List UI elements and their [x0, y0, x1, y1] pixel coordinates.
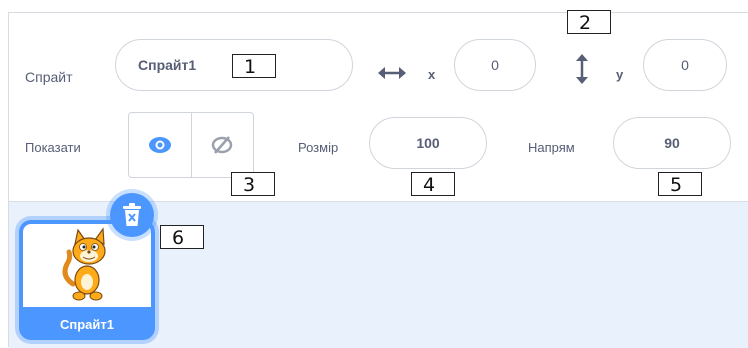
eye-icon — [148, 137, 171, 153]
sprite-tile-name: Спрайт1 — [60, 317, 114, 332]
size-input[interactable]: 100 — [369, 117, 487, 169]
x-value: 0 — [491, 57, 499, 73]
x-label: x — [428, 67, 436, 82]
callout-1: 1 — [232, 54, 276, 78]
delete-sprite-button[interactable] — [110, 193, 154, 237]
y-value: 0 — [681, 57, 689, 73]
direction-input[interactable]: 90 — [613, 117, 731, 169]
size-label: Розмір — [298, 140, 339, 155]
callout-4: 4 — [411, 172, 455, 196]
visibility-toggle-group — [128, 112, 254, 178]
show-sprite-button[interactable] — [129, 113, 192, 177]
direction-value: 90 — [664, 135, 680, 151]
callout-3: 3 — [231, 172, 275, 196]
show-label: Показати — [25, 140, 81, 155]
vertical-arrows-icon — [576, 54, 588, 84]
y-coordinate-input[interactable]: 0 — [643, 39, 727, 91]
sprite-info-frame: Спрайт Спрайт1 x 0 y 0 Показати Розмір 1… — [8, 12, 748, 348]
horizontal-arrows-icon — [378, 67, 406, 79]
size-value: 100 — [416, 135, 440, 151]
y-label: y — [616, 67, 624, 82]
callout-6: 6 — [160, 225, 204, 249]
eye-hidden-icon — [212, 136, 233, 154]
x-coordinate-input[interactable]: 0 — [454, 39, 536, 91]
sprite-name-value: Спрайт1 — [138, 57, 197, 73]
callout-5: 5 — [658, 172, 702, 196]
sprite-tile[interactable]: Спрайт1 — [19, 220, 155, 340]
direction-label: Напрям — [528, 140, 575, 155]
trash-icon — [123, 203, 141, 226]
hide-sprite-button[interactable] — [192, 113, 254, 177]
sprite-name-label: Спрайт — [25, 69, 73, 85]
sprite-info-panel: Спрайт Спрайт1 x 0 y 0 Показати Розмір 1… — [9, 13, 748, 202]
callout-2: 2 — [567, 10, 611, 34]
